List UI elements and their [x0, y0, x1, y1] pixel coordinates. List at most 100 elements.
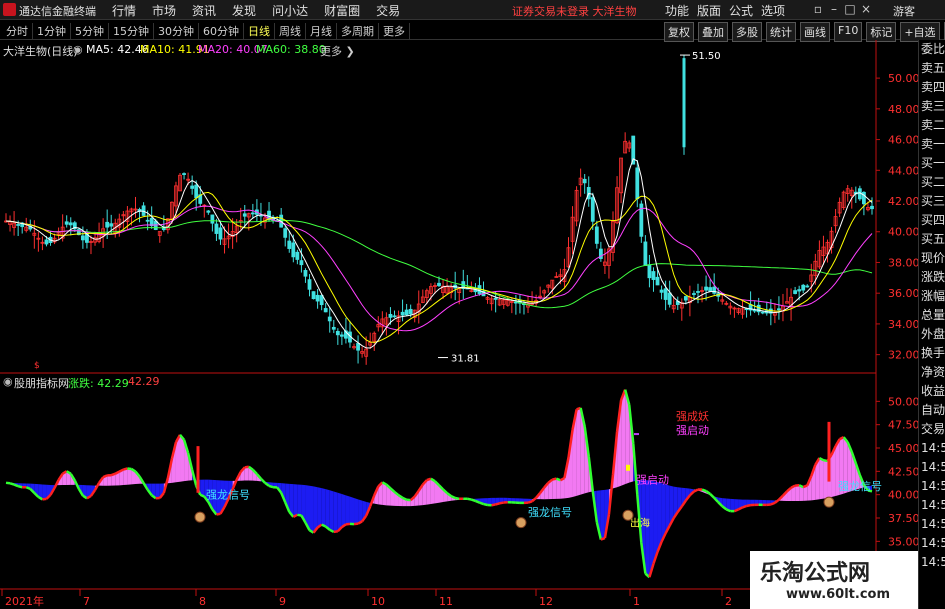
- tool-button[interactable]: 叠加: [698, 22, 728, 42]
- period-tab[interactable]: 日线: [244, 23, 275, 39]
- indicator-line-segment: [470, 498, 476, 503]
- right-menu-item[interactable]: 版面: [697, 2, 721, 19]
- side-panel-item[interactable]: 14:56: [919, 496, 945, 515]
- side-panel-item[interactable]: 买五: [919, 230, 945, 249]
- candle-body: [712, 286, 717, 294]
- ribbon-segment: [795, 485, 800, 502]
- ribbon-segment: [313, 486, 318, 533]
- side-panel-item[interactable]: 涨跌: [919, 268, 945, 287]
- side-panel-item[interactable]: 买二: [919, 173, 945, 192]
- menu-item[interactable]: 资讯: [192, 2, 216, 19]
- collapse-icon[interactable]: ◉: [73, 43, 83, 56]
- side-panel-item[interactable]: 总量: [919, 306, 945, 325]
- menu-item[interactable]: 市场: [152, 2, 176, 19]
- side-panel-item[interactable]: 卖五: [919, 59, 945, 78]
- side-panel-item[interactable]: 14:55: [919, 439, 945, 458]
- menu-item[interactable]: 发现: [232, 2, 256, 19]
- period-tab[interactable]: 5分钟: [71, 23, 109, 39]
- side-panel-item[interactable]: 换手: [919, 344, 945, 363]
- tool-button[interactable]: +自选: [900, 22, 940, 42]
- kline-chart[interactable]: 50.00 48.00 46.00 44.00 42.00 40.00 38.00 36.00…: [0, 40, 918, 609]
- maximize-icon[interactable]: □: [842, 2, 858, 16]
- money-bag-icon: [823, 496, 835, 508]
- guest-label[interactable]: 游客: [893, 3, 915, 19]
- period-tab[interactable]: 分时: [2, 23, 33, 39]
- tool-button[interactable]: 画线: [800, 22, 830, 42]
- side-panel-item[interactable]: 卖二: [919, 116, 945, 135]
- candle-body: [311, 291, 316, 300]
- side-panel-item[interactable]: 买一: [919, 154, 945, 173]
- candle-body: [635, 167, 640, 200]
- candle-body: [513, 301, 518, 304]
- tool-button[interactable]: F10: [834, 22, 863, 42]
- side-panel-item[interactable]: 涨幅: [919, 287, 945, 306]
- side-panel-item[interactable]: 现价: [919, 249, 945, 268]
- candle-body: [64, 221, 69, 225]
- more-legend-text[interactable]: 更多 ❯: [320, 43, 355, 59]
- side-panel-item[interactable]: 交易: [919, 420, 945, 439]
- time-axis-label: 1: [633, 595, 640, 608]
- period-tab[interactable]: 多周期: [337, 23, 379, 39]
- tool-button[interactable]: 多股: [732, 22, 762, 42]
- indicator-line-segment: [555, 477, 561, 482]
- candle-body: [777, 308, 781, 311]
- out-to-sea-label: 出海: [630, 516, 650, 529]
- side-panel-item[interactable]: 买四: [919, 211, 945, 230]
- close-icon[interactable]: ×: [858, 2, 874, 16]
- side-panel-item[interactable]: 14:56: [919, 477, 945, 496]
- candle-body: [801, 284, 806, 291]
- side-panel-item[interactable]: 外盘: [919, 325, 945, 344]
- side-panel-item[interactable]: 自动: [919, 401, 945, 420]
- restore-icon[interactable]: ▫: [810, 2, 826, 16]
- side-panel-item[interactable]: 14:55: [919, 458, 945, 477]
- menu-item[interactable]: 行情: [112, 2, 136, 19]
- side-panel-item[interactable]: 买三: [919, 192, 945, 211]
- ribbon-segment: [309, 485, 314, 533]
- menu-item[interactable]: 交易: [376, 2, 400, 19]
- ribbon-segment: [600, 489, 605, 540]
- candle-body: [194, 184, 199, 199]
- side-panel-item[interactable]: 14:56: [919, 553, 945, 572]
- chart-tool-buttons: 复权叠加多股统计画线F10标记+自选返回: [660, 22, 945, 42]
- tool-button[interactable]: 复权: [664, 22, 694, 42]
- side-panel-item[interactable]: 委比: [919, 40, 945, 59]
- period-tab[interactable]: 60分钟: [199, 23, 244, 39]
- indicator-line-segment: [802, 484, 808, 489]
- side-panel-item[interactable]: 14:56: [919, 534, 945, 553]
- side-panel-item[interactable]: 净资: [919, 363, 945, 382]
- candle-body: [105, 221, 110, 228]
- period-tab[interactable]: 15分钟: [109, 23, 154, 39]
- indicator-collapse-icon[interactable]: ◉: [3, 375, 13, 388]
- side-panel-item[interactable]: 收益: [919, 382, 945, 401]
- side-panel-item[interactable]: 卖三: [919, 97, 945, 116]
- login-notice[interactable]: 证券交易未登录 大洋生物: [512, 3, 637, 19]
- price-axis-label: 40.00: [888, 226, 918, 239]
- time-axis-label: 8: [199, 595, 206, 608]
- indicator-line-segment: [321, 523, 327, 528]
- period-tab[interactable]: 更多: [379, 23, 410, 39]
- right-menu-item[interactable]: 功能: [665, 2, 689, 19]
- period-tab[interactable]: 1分钟: [33, 23, 71, 39]
- right-menu-item[interactable]: 公式: [729, 2, 753, 19]
- side-panel-item[interactable]: 卖四: [919, 78, 945, 97]
- strong-monster-label: 强成妖: [676, 409, 709, 423]
- tool-button[interactable]: 统计: [766, 22, 796, 42]
- menu-item[interactable]: 财富圈: [324, 2, 360, 19]
- indicator-axis-label: 50.00: [888, 395, 918, 408]
- menu-item[interactable]: 问小达: [272, 2, 308, 19]
- period-tab[interactable]: 30分钟: [154, 23, 199, 39]
- tool-button[interactable]: 标记: [866, 22, 897, 42]
- side-panel-item[interactable]: 卖一: [919, 135, 945, 154]
- period-tabs: 分时 1分钟 5分钟 15分钟 30分钟 60分钟 日线 周线 月线 多周期 更多: [2, 23, 410, 39]
- period-tab[interactable]: 月线: [306, 23, 337, 39]
- candle-body: [408, 308, 413, 315]
- indicator-line-segment: [199, 493, 205, 498]
- side-panel-item[interactable]: 14:56: [919, 515, 945, 534]
- indicator-line-segment: [333, 530, 339, 534]
- minimize-icon[interactable]: –: [826, 2, 842, 16]
- ribbon-segment: [345, 495, 350, 525]
- period-tab[interactable]: 周线: [275, 23, 306, 39]
- right-menu-item[interactable]: 选项: [761, 2, 785, 19]
- ribbon-segment: [107, 475, 112, 486]
- signal-spike-bar: [196, 446, 200, 493]
